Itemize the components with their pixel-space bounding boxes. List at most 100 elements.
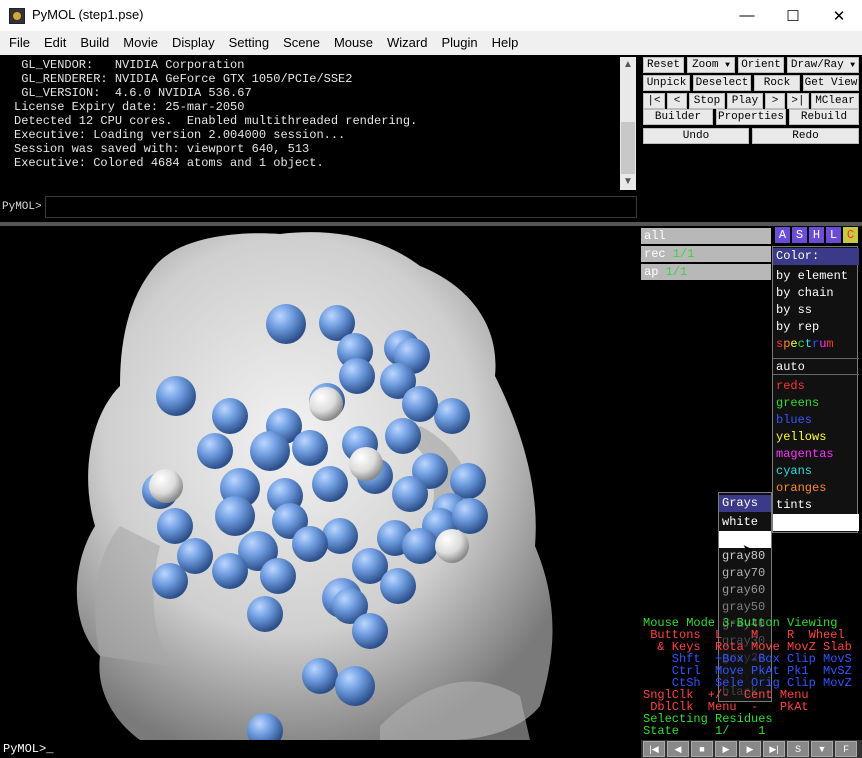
- playbar-button[interactable]: ▶: [739, 741, 761, 757]
- playbar-button[interactable]: ▶|: [763, 741, 785, 757]
- playbar-button[interactable]: ■: [691, 741, 713, 757]
- orient-button[interactable]: Orient: [738, 57, 784, 73]
- color-menu-item[interactable]: spectrum: [773, 336, 859, 353]
- object-row-ap[interactable]: ap 1/1: [641, 264, 771, 280]
- movie-playback-bar: |◀ ◀ ■ ▶ ▶ ▶| S ▼ F: [641, 740, 862, 758]
- grays-menu-item[interactable]: gray50: [719, 599, 771, 616]
- object-all-h-button[interactable]: H: [809, 227, 824, 243]
- atom-sphere: [402, 528, 438, 564]
- color-menu-item[interactable]: reds: [773, 378, 859, 395]
- color-menu-item[interactable]: yellows: [773, 429, 859, 446]
- playbar-button[interactable]: ▼: [811, 741, 833, 757]
- chevron-down-icon: ▼: [725, 60, 730, 70]
- color-menu-item[interactable]: by ss: [773, 302, 859, 319]
- scroll-down-icon[interactable]: ▼: [620, 175, 636, 189]
- maximize-button[interactable]: ☐: [770, 0, 816, 31]
- rock-button[interactable]: Rock: [754, 75, 800, 91]
- undo-button[interactable]: Undo: [643, 128, 749, 144]
- atom-sphere: [197, 433, 233, 469]
- color-menu-item[interactable]: oranges: [773, 480, 859, 497]
- atom-sphere: [212, 553, 248, 589]
- menu-setting[interactable]: Setting: [222, 31, 276, 55]
- menu-wizard[interactable]: Wizard: [380, 31, 434, 55]
- get-view-button[interactable]: Get View: [803, 75, 859, 91]
- color-menu-title: Color:: [773, 248, 859, 265]
- draw-ray-label: Draw/Ray: [790, 59, 844, 71]
- menu-edit[interactable]: Edit: [37, 31, 73, 55]
- playbar-button[interactable]: ◀: [667, 741, 689, 757]
- redo-button[interactable]: Redo: [752, 128, 859, 144]
- playbar-button[interactable]: S: [787, 741, 809, 757]
- last-frame-button[interactable]: >|: [787, 93, 809, 109]
- playbar-button[interactable]: |◀: [643, 741, 665, 757]
- menu-file[interactable]: File: [2, 31, 37, 55]
- atom-sphere: [152, 563, 188, 599]
- atom-sphere: [247, 596, 283, 632]
- unpick-button[interactable]: Unpick: [643, 75, 690, 91]
- menu-display[interactable]: Display: [165, 31, 222, 55]
- builder-button[interactable]: Builder: [643, 109, 713, 125]
- bottom-command-line[interactable]: PyMOL>_: [0, 740, 640, 758]
- menu-scene[interactable]: Scene: [276, 31, 327, 55]
- console-scroll-thumb[interactable]: [621, 122, 635, 174]
- command-input[interactable]: [45, 196, 637, 218]
- rebuild-button[interactable]: Rebuild: [789, 109, 859, 125]
- console-text: GL_VENDOR: NVIDIA Corporation GL_RENDERE…: [14, 58, 418, 170]
- play-button[interactable]: Play: [727, 93, 763, 109]
- output-console: GL_VENDOR: NVIDIA Corporation GL_RENDERE…: [0, 55, 638, 192]
- scroll-up-icon[interactable]: ▲: [620, 58, 636, 72]
- menu-plugin[interactable]: Plugin: [434, 31, 484, 55]
- color-menu-item[interactable]: greens: [773, 395, 859, 412]
- minimize-button[interactable]: —: [724, 0, 770, 31]
- menu-help[interactable]: Help: [485, 31, 526, 55]
- atom-sphere: [402, 386, 438, 422]
- close-button[interactable]: ✕: [816, 0, 862, 31]
- stop-button[interactable]: Stop: [689, 93, 725, 109]
- object-all-a-button[interactable]: A: [775, 227, 790, 243]
- menu-build[interactable]: Build: [73, 31, 116, 55]
- draw-ray-button[interactable]: Draw/Ray ▼: [787, 57, 859, 73]
- grays-menu-item[interactable]: gray60: [719, 582, 771, 599]
- grays-menu-item[interactable]: gray70: [719, 565, 771, 582]
- object-all-c-button[interactable]: C: [843, 227, 858, 243]
- menu-mouse[interactable]: Mouse: [327, 31, 380, 55]
- atom-sphere: [215, 496, 255, 536]
- properties-button[interactable]: Properties: [716, 109, 786, 125]
- bottom-prompt: PyMOL>_: [3, 742, 54, 756]
- mouse-mode-info: Mouse Mode 3-Button Viewing Buttons L M …: [641, 616, 862, 740]
- color-menu-item[interactable]: by element: [773, 268, 859, 285]
- playbar-button[interactable]: F: [835, 741, 857, 757]
- color-menu-item[interactable]: by chain: [773, 285, 859, 302]
- object-row-rec[interactable]: rec 1/1: [641, 246, 771, 262]
- prev-frame-button[interactable]: <: [667, 93, 687, 109]
- color-menu-item[interactable]: blues: [773, 412, 859, 429]
- object-row-all[interactable]: all: [641, 228, 771, 244]
- atom-sphere: [452, 498, 488, 534]
- menu-movie[interactable]: Movie: [116, 31, 165, 55]
- playbar-button[interactable]: ▶: [715, 741, 737, 757]
- color-menu-item[interactable]: tints: [773, 497, 859, 514]
- color-menu-item[interactable]: by rep: [773, 319, 859, 336]
- atom-sphere: [335, 666, 375, 706]
- object-state-count: 1/1: [665, 247, 695, 261]
- grays-menu-title: Grays: [719, 495, 771, 512]
- atom-sphere: [339, 358, 375, 394]
- color-menu-item[interactable]: auto: [773, 358, 859, 375]
- molecular-viewport[interactable]: [0, 226, 640, 740]
- grays-menu-item[interactable]: white: [719, 514, 771, 531]
- first-frame-button[interactable]: |<: [643, 93, 665, 109]
- atom-sphere: [266, 304, 306, 344]
- zoom-button[interactable]: Zoom ▼: [687, 57, 735, 73]
- mouse-info-line: State 1/ 1: [643, 724, 766, 738]
- next-frame-button[interactable]: >: [765, 93, 785, 109]
- color-menu-item[interactable]: magentas: [773, 446, 859, 463]
- mclear-button[interactable]: MClear: [811, 93, 859, 109]
- color-menu-highlight[interactable]: [773, 514, 859, 531]
- reset-button[interactable]: Reset: [643, 57, 684, 73]
- hydrogen-sphere: [435, 529, 469, 563]
- color-menu-item[interactable]: cyans: [773, 463, 859, 480]
- atom-sphere: [292, 526, 328, 562]
- object-all-l-button[interactable]: L: [826, 227, 841, 243]
- object-all-s-button[interactable]: S: [792, 227, 807, 243]
- deselect-button[interactable]: Deselect: [693, 75, 751, 91]
